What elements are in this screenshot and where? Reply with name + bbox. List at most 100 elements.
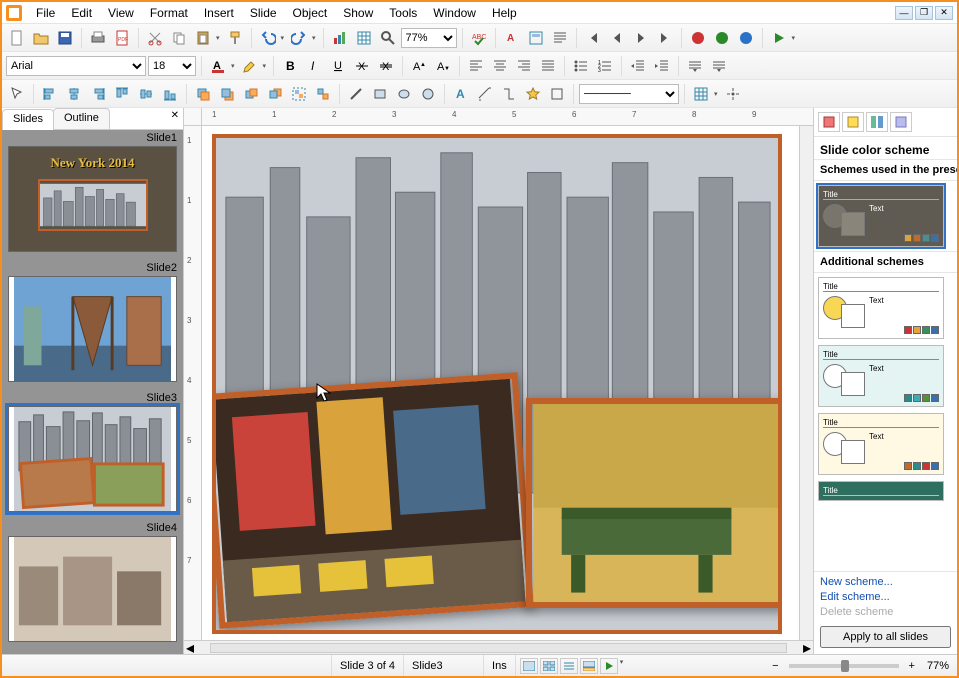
align-justify-button[interactable] [537,55,559,77]
slide-thumbnails-list[interactable]: Slide1 New York 2014 Slide2 Slide3 Slide… [2,130,183,654]
run-slideshow-dropdown-icon[interactable]: ▾ [790,34,798,42]
ellipse-tool-button[interactable] [393,83,415,105]
paste-button[interactable] [192,27,214,49]
snap-toggle-button[interactable] [722,83,744,105]
view-normal-button[interactable] [520,658,538,674]
align-right-button[interactable] [513,55,535,77]
bold-button[interactable]: B [279,55,301,77]
line-tool-button[interactable] [345,83,367,105]
export-pdf-button[interactable]: PDF [111,27,133,49]
send-backward-button[interactable] [264,83,286,105]
group-button[interactable] [288,83,310,105]
status-insert-mode[interactable]: Ins [484,655,516,676]
zoom-tool-button[interactable] [377,27,399,49]
select-tool-button[interactable] [6,83,28,105]
bullet-list-button[interactable] [570,55,592,77]
nav-prev-button[interactable] [606,27,628,49]
spellcheck-button[interactable]: ABC [468,27,490,49]
macro-play-ide-button[interactable] [711,27,733,49]
align-center-button[interactable] [489,55,511,77]
circle-tool-button[interactable] [417,83,439,105]
align-objects-left-button[interactable] [39,83,61,105]
slide-thumbnail-4[interactable] [8,536,177,642]
redo-dropdown-icon[interactable]: ▾ [310,34,318,42]
align-objects-vcenter-button[interactable] [135,83,157,105]
send-to-back-button[interactable] [216,83,238,105]
tab-outline[interactable]: Outline [53,108,110,129]
menu-slide[interactable]: Slide [242,4,285,22]
current-slide[interactable] [212,134,782,634]
slides-panel-close-button[interactable]: ✕ [167,108,183,129]
increase-indent-button[interactable] [651,55,673,77]
horizontal-scrollbar[interactable]: ◂▸ [184,640,813,654]
align-objects-hcenter-button[interactable] [63,83,85,105]
align-left-button[interactable] [465,55,487,77]
font-size-selector[interactable]: 18 [148,56,196,76]
undo-button[interactable] [257,27,279,49]
grid-dropdown-icon[interactable]: ▾ [712,90,720,98]
slide-thumbnail-3[interactable] [8,406,177,512]
redo-button[interactable] [288,27,310,49]
task-tab-properties[interactable] [818,112,840,132]
slide-photo-right[interactable] [526,398,782,608]
slide-thumbnail-2[interactable] [8,276,177,382]
menu-insert[interactable]: Insert [196,4,242,22]
zoom-out-button[interactable]: − [768,660,782,672]
insert-table-button[interactable] [353,27,375,49]
nav-next-button[interactable] [630,27,652,49]
strikethrough-button[interactable]: X [351,55,373,77]
color-scheme-used-1[interactable]: Title Text [818,185,944,247]
font-name-selector[interactable]: Arial [6,56,146,76]
view-notes-button[interactable] [580,658,598,674]
new-document-button[interactable] [6,27,28,49]
move-up-button[interactable] [684,55,706,77]
insert-chart-button[interactable] [329,27,351,49]
slide-thumbnail-1[interactable]: New York 2014 [8,146,177,252]
tab-slides[interactable]: Slides [2,109,54,130]
font-color-button[interactable]: A [207,55,229,77]
bring-to-front-button[interactable] [192,83,214,105]
star-tool-button[interactable] [522,83,544,105]
new-scheme-link[interactable]: New scheme... [820,576,951,588]
object-properties-button[interactable] [525,27,547,49]
align-objects-right-button[interactable] [87,83,109,105]
italic-button[interactable]: I [303,55,325,77]
macro-settings-button[interactable] [735,27,757,49]
window-close-button[interactable]: ✕ [935,6,953,20]
run-slideshow-button[interactable] [768,27,790,49]
nav-last-button[interactable] [654,27,676,49]
ungroup-button[interactable] [312,83,334,105]
rectangle-tool-button[interactable] [369,83,391,105]
connector-tool-button[interactable] [498,83,520,105]
zoom-in-button[interactable]: + [905,660,919,672]
copy-button[interactable] [168,27,190,49]
underline-button[interactable]: U [327,55,349,77]
menu-object[interactable]: Object [285,4,336,22]
slide-photo-left[interactable] [212,372,534,628]
cut-button[interactable] [144,27,166,49]
color-scheme-additional-4[interactable]: Title [818,481,944,501]
numbered-list-button[interactable]: 123 [594,55,616,77]
shape-tool-button[interactable] [546,83,568,105]
bring-forward-button[interactable] [240,83,262,105]
menu-edit[interactable]: Edit [63,4,100,22]
measure-tool-button[interactable] [474,83,496,105]
color-scheme-additional-3[interactable]: Title Text [818,413,944,475]
grid-toggle-button[interactable] [690,83,712,105]
highlight-button[interactable] [239,55,261,77]
task-tab-navigator[interactable] [890,112,912,132]
menu-window[interactable]: Window [425,4,484,22]
edit-scheme-link[interactable]: Edit scheme... [820,591,951,603]
align-objects-bottom-button[interactable] [159,83,181,105]
window-minimize-button[interactable]: — [895,6,913,20]
color-scheme-additional-2[interactable]: Title Text [818,345,944,407]
paste-dropdown-icon[interactable]: ▾ [214,34,222,42]
apply-to-all-button[interactable]: Apply to all slides [820,626,951,648]
status-zoom-level[interactable]: 77% [919,655,957,676]
zoom-slider[interactable] [789,664,899,668]
decrease-indent-button[interactable] [627,55,649,77]
start-show-dropdown-icon[interactable]: ▾ [618,658,626,674]
nav-first-button[interactable] [582,27,604,49]
menu-help[interactable]: Help [484,4,525,22]
line-style-selector[interactable]: ────── [579,84,679,104]
